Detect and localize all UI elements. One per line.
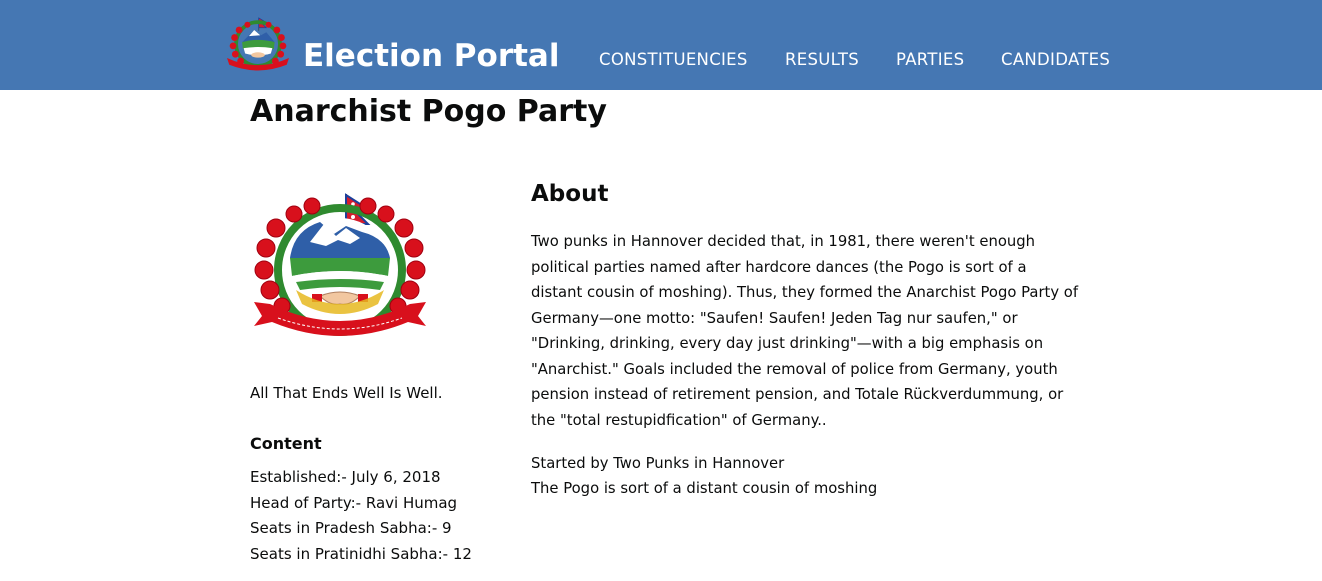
nav-results[interactable]: RESULTS xyxy=(785,49,859,71)
party-motto: All That Ends Well Is Well. xyxy=(250,384,443,402)
nepal-emblem-icon[interactable] xyxy=(224,12,292,76)
site-header: Election Portal CONSTITUENCIES RESULTS P… xyxy=(0,0,1322,90)
about-body: Two punks in Hannover decided that, in 1… xyxy=(531,233,1079,429)
party-emblem-icon xyxy=(254,193,426,336)
nav-candidates[interactable]: CANDIDATES xyxy=(1001,49,1110,71)
about-notes: Started by Two Punks in Hannover The Pog… xyxy=(531,451,877,501)
brand-title[interactable]: Election Portal xyxy=(303,36,559,76)
about-note: The Pogo is sort of a distant cousin of … xyxy=(531,480,878,498)
content-heading: Content xyxy=(250,434,322,453)
about-heading: About xyxy=(531,181,609,207)
nav-constituencies[interactable]: CONSTITUENCIES xyxy=(599,49,748,71)
fact-head-of-party: Head of Party:- Ravi Humag xyxy=(250,493,458,512)
fact-pratinidhi-seats: Seats in Pratinidhi Sabha:- 12 xyxy=(250,544,472,563)
party-facts-list: Established:- July 6, 2018 Head of Party… xyxy=(250,465,472,567)
page-title: Anarchist Pogo Party xyxy=(250,94,607,129)
about-note: Started by Two Punks in Hannover xyxy=(531,455,785,472)
fact-established: Established:- July 6, 2018 xyxy=(250,468,441,486)
fact-pradesh-seats: Seats in Pradesh Sabha:- 9 xyxy=(250,519,452,538)
nav-parties[interactable]: PARTIES xyxy=(896,49,964,71)
